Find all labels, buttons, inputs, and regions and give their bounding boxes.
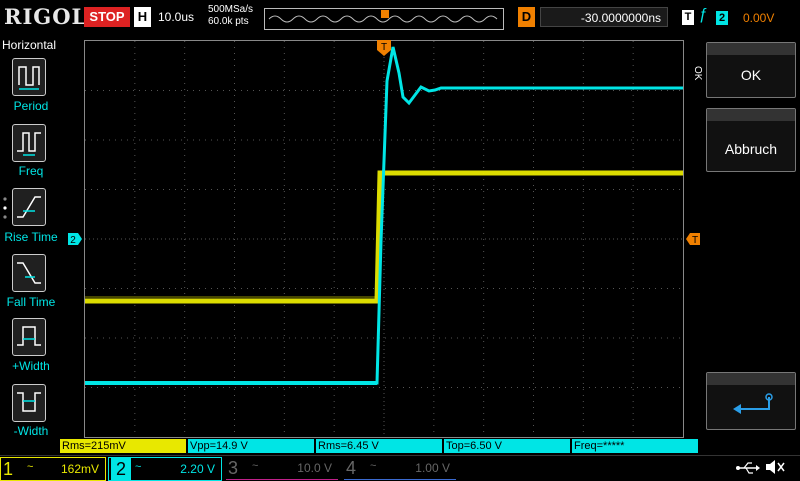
channel-1-coupling: ~	[27, 461, 34, 473]
channel-4-number: 4	[346, 458, 357, 478]
channel-1-status[interactable]: 1 ~ 162mV	[0, 457, 106, 481]
fall-time-icon[interactable]	[12, 254, 46, 292]
measurement-ch2-freq[interactable]: Freq=*****	[572, 439, 698, 453]
horizontal-badge[interactable]: H	[134, 7, 151, 27]
acquisition-info: 500MSa/s 60.0k pts	[208, 4, 253, 28]
channel-3-coupling: ~	[252, 460, 259, 472]
menu-page-dots	[3, 196, 7, 226]
measurement-ch2-vpp[interactable]: Vpp=14.9 V	[188, 439, 314, 453]
trigger-delay-value[interactable]: -30.0000000ns	[540, 7, 668, 27]
trigger-position-top-marker[interactable]: T	[377, 40, 391, 56]
channel-2-status[interactable]: 2 ~ 2.20 V	[108, 457, 222, 481]
menu-item-positive-width[interactable]: +Width	[0, 359, 62, 373]
time-base-scale[interactable]: 10.0us	[158, 10, 194, 24]
positive-width-icon[interactable]	[12, 318, 46, 356]
channel-2-number: 2	[111, 458, 132, 480]
trigger-position-marker	[381, 10, 389, 18]
menu-item-period[interactable]: Period	[0, 99, 62, 113]
channel-1-number: 1	[3, 459, 14, 479]
measurement-ch2-rms[interactable]: Rms=6.45 V	[316, 439, 442, 453]
waveform-grid	[85, 41, 683, 437]
menu-item-freq[interactable]: Freq	[0, 164, 62, 178]
rise-time-icon[interactable]	[12, 188, 46, 226]
usb-icon	[736, 462, 760, 474]
abbruch-button[interactable]: Abbruch	[706, 108, 796, 172]
memory-waveform-preview	[268, 10, 498, 23]
trigger-badge[interactable]: T	[682, 10, 694, 25]
menu-title: Horizontal	[2, 38, 57, 52]
brand-logo: RIGOL	[4, 4, 88, 29]
channel-4-coupling: ~	[370, 460, 377, 472]
svg-text:2: 2	[70, 235, 76, 245]
enter-icon	[733, 393, 773, 414]
frequency-icon[interactable]	[12, 124, 46, 162]
enter-button[interactable]	[706, 372, 796, 430]
menu-item-rise-time[interactable]: Rise Time	[0, 230, 62, 244]
run-stop-indicator[interactable]: STOP	[84, 7, 130, 27]
channel-3-scale: 10.0 V	[297, 461, 332, 475]
menu-item-fall-time[interactable]: Fall Time	[0, 295, 62, 309]
channel-4-scale: 1.00 V	[415, 461, 450, 475]
abbruch-button-header	[707, 109, 795, 121]
ok-button-label: OK	[740, 67, 762, 83]
ok-button[interactable]: OK	[706, 42, 796, 98]
enter-button-header	[707, 373, 795, 385]
menu-item-negative-width[interactable]: -Width	[0, 424, 62, 438]
channel-3-status[interactable]: 3 ~ 10.0 V	[226, 457, 338, 480]
sample-rate: 500MSa/s	[208, 4, 254, 15]
channel-2-coupling: ~	[135, 461, 142, 473]
channel-4-status[interactable]: 4 ~ 1.00 V	[344, 457, 456, 480]
svg-text:T: T	[381, 42, 387, 53]
measurement-ch1-rms[interactable]: Rms=215mV	[60, 439, 186, 453]
waveform-display[interactable]	[84, 40, 684, 438]
trigger-level[interactable]: 0.00V	[743, 11, 774, 25]
sound-muted-icon[interactable]	[764, 458, 786, 476]
channel-2-scale: 2.20 V	[180, 462, 215, 476]
ok-button-header	[707, 43, 795, 55]
rising-edge-icon: ƒ	[699, 6, 708, 23]
svg-text:T: T	[692, 235, 698, 245]
channel-1-scale: 162mV	[60, 462, 99, 476]
negative-width-icon[interactable]	[12, 384, 46, 422]
ok-side-label: OK	[692, 66, 703, 81]
memory-depth: 60.0k pts	[208, 16, 249, 27]
channel-3-number: 3	[228, 458, 239, 478]
ch2-offset-marker[interactable]: 2	[68, 233, 82, 245]
delay-badge[interactable]: D	[518, 7, 535, 27]
trigger-level-marker[interactable]: T	[686, 233, 700, 245]
trigger-source[interactable]: 2	[716, 11, 728, 25]
abbruch-button-label: Abbruch	[724, 141, 778, 157]
measurement-ch2-top[interactable]: Top=6.50 V	[444, 439, 570, 453]
memory-position-bar	[264, 8, 504, 30]
period-icon[interactable]	[12, 58, 46, 96]
